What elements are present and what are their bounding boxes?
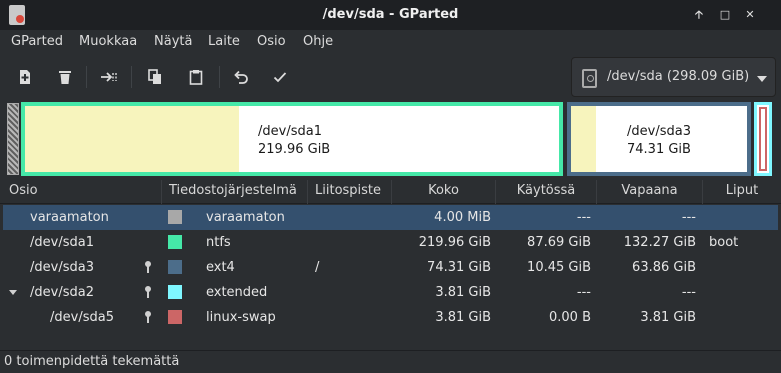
menu-device[interactable]: Laite — [208, 34, 240, 49]
table-row[interactable]: /dev/sda1 ntfs 219.96 GiB 87.69 GiB 132.… — [3, 230, 778, 255]
cell-partition: /dev/sda1 — [30, 235, 94, 250]
dropdown-arrow-icon — [757, 76, 767, 82]
lock-key-icon — [144, 286, 152, 299]
delete-icon[interactable] — [53, 65, 77, 89]
cell-size: 3.81 GiB — [435, 285, 491, 300]
cell-filesystem: extended — [206, 285, 268, 300]
apply-icon[interactable] — [268, 65, 292, 89]
menu-help[interactable]: Ohje — [303, 34, 333, 49]
diskmap-unallocated[interactable] — [7, 103, 19, 175]
column-size[interactable]: Koko — [391, 180, 495, 204]
status-bar: 0 toimenpidettä tekemättä — [0, 350, 781, 373]
device-selector[interactable]: /dev/sda (298.09 GiB) — [571, 57, 776, 97]
device-selector-label: /dev/sda (298.09 GiB) — [607, 69, 750, 84]
cell-size: 3.81 GiB — [435, 310, 491, 325]
paste-icon[interactable] — [184, 65, 208, 89]
cell-filesystem: ntfs — [206, 235, 231, 250]
diskmap-extended-sda2[interactable] — [754, 102, 772, 176]
cell-flags: boot — [709, 235, 739, 250]
cell-used: --- — [576, 210, 591, 225]
lock-key-icon — [144, 261, 152, 274]
cell-used: 0.00 B — [549, 310, 591, 325]
diskmap-partition-sda3[interactable]: /dev/sda3 74.31 GiB — [567, 102, 751, 176]
column-filesystem[interactable]: Tiedostojärjestelmä — [161, 180, 307, 204]
minimize-icon[interactable]: 🡡 — [690, 6, 708, 24]
toolbar-separator — [86, 66, 87, 88]
cell-unused: --- — [681, 210, 696, 225]
menu-partition[interactable]: Osio — [257, 34, 286, 49]
disk-map: /dev/sda1 219.96 GiB /dev/sda3 74.31 GiB — [0, 100, 781, 180]
cell-filesystem: linux-swap — [206, 310, 276, 325]
fs-color-swatch — [168, 310, 182, 324]
table-row[interactable]: varaamaton varaamaton 4.00 MiB --- --- — [3, 205, 778, 230]
menu-view[interactable]: Näytä — [154, 34, 192, 49]
diskmap-sda3-name: /dev/sda3 — [627, 124, 691, 139]
cell-mountpoint: / — [315, 260, 320, 275]
menu-bar: GParted Muokkaa Näytä Laite Osio Ohje — [0, 30, 781, 54]
cell-used: 10.45 GiB — [527, 260, 591, 275]
cell-used: --- — [576, 285, 591, 300]
table-row[interactable]: /dev/sda5 linux-swap 3.81 GiB 0.00 B 3.8… — [3, 305, 778, 330]
diskmap-sda1-size: 219.96 GiB — [258, 142, 331, 157]
cell-size: 4.00 MiB — [434, 210, 491, 225]
copy-icon[interactable] — [143, 65, 167, 89]
diskmap-partition-sda1[interactable]: /dev/sda1 219.96 GiB — [21, 102, 563, 176]
table-row[interactable]: /dev/sda2 extended 3.81 GiB --- --- — [3, 280, 778, 305]
fs-color-swatch — [168, 260, 182, 274]
column-used[interactable]: Käytössä — [495, 180, 596, 204]
lock-key-icon — [144, 311, 152, 324]
resize-move-icon[interactable] — [97, 65, 121, 89]
used-space-fill — [571, 106, 596, 172]
harddisk-icon — [582, 69, 597, 88]
cell-unused: --- — [681, 285, 696, 300]
cell-unused: 132.27 GiB — [623, 235, 696, 250]
undo-icon[interactable] — [229, 65, 253, 89]
cell-partition: varaamaton — [30, 210, 109, 225]
diskmap-swap-sda5[interactable] — [759, 107, 767, 171]
fs-color-swatch — [168, 235, 182, 249]
cell-filesystem: varaamaton — [206, 210, 285, 225]
title-bar: /dev/sda - GParted 🡡 □ ✕ — [0, 0, 781, 30]
column-partition[interactable]: Osio — [0, 180, 160, 204]
cell-partition: /dev/sda2 — [30, 285, 94, 300]
toolbar: /dev/sda (298.09 GiB) — [0, 54, 781, 100]
cell-size: 74.31 GiB — [427, 260, 491, 275]
close-icon[interactable]: ✕ — [741, 6, 759, 24]
column-flags[interactable]: Liput — [702, 180, 781, 204]
window-title: /dev/sda - GParted — [322, 7, 459, 22]
toolbar-separator — [219, 66, 220, 88]
table-header: Osio Tiedostojärjestelmä Liitospiste Kok… — [0, 180, 781, 204]
table-row[interactable]: /dev/sda3 ext4 / 74.31 GiB 10.45 GiB 63.… — [3, 255, 778, 280]
column-unused[interactable]: Vapaana — [596, 180, 702, 204]
diskmap-sda3-size: 74.31 GiB — [627, 142, 691, 157]
menu-edit[interactable]: Muokkaa — [79, 34, 137, 49]
cell-used: 87.69 GiB — [527, 235, 591, 250]
new-icon[interactable] — [13, 65, 37, 89]
partition-table: Osio Tiedostojärjestelmä Liitospiste Kok… — [0, 180, 781, 350]
cell-size: 219.96 GiB — [418, 235, 491, 250]
column-mountpoint[interactable]: Liitospiste — [307, 180, 391, 204]
maximize-icon[interactable]: □ — [716, 6, 734, 24]
diskmap-sda1-name: /dev/sda1 — [258, 124, 322, 139]
fs-color-swatch — [168, 210, 182, 224]
menu-gparted[interactable]: GParted — [11, 34, 63, 49]
cell-partition: /dev/sda5 — [50, 310, 114, 325]
cell-unused: 3.81 GiB — [640, 310, 696, 325]
pending-operations-status: 0 toimenpidettä tekemättä — [4, 354, 180, 369]
fs-color-swatch — [168, 285, 182, 299]
used-space-fill — [25, 106, 239, 172]
expander-arrow-icon[interactable] — [9, 290, 17, 295]
cell-partition: /dev/sda3 — [30, 260, 94, 275]
cell-unused: 63.86 GiB — [632, 260, 696, 275]
cell-filesystem: ext4 — [206, 260, 235, 275]
toolbar-separator — [131, 66, 132, 88]
